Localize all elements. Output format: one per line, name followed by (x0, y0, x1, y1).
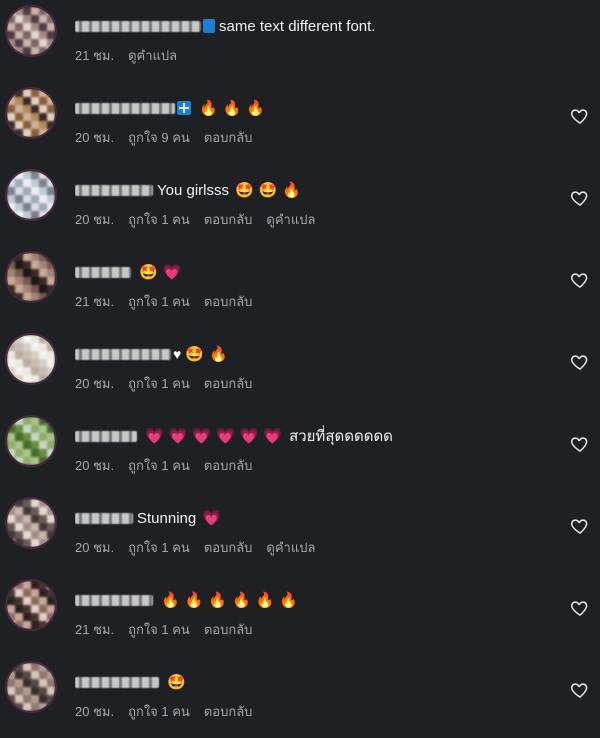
likes-count[interactable]: ถูกใจ 9 คน (128, 127, 190, 148)
heart-like-icon[interactable] (570, 270, 590, 290)
heart-like-icon[interactable] (570, 680, 590, 700)
reply-button[interactable]: ตอบกลับ (204, 701, 253, 722)
comment-item: 🔥🔥🔥🔥🔥🔥 21 ชม. ถูกใจ 1 คน ตอบกลับ (0, 574, 600, 656)
pink-heart-emoji-icon: 💗💗💗💗💗💗 (145, 427, 288, 445)
heart-like-icon[interactable] (570, 516, 590, 536)
avatar[interactable] (7, 581, 55, 629)
username-blurred[interactable] (75, 102, 175, 114)
see-translation-button[interactable]: ดูคำแปล (266, 537, 315, 558)
comment-body: 💗💗💗💗💗💗 สวยที่สุดดดดดด 20 ชม. ถูกใจ 1 คน … (75, 425, 540, 476)
fire-emoji-icon: 🔥🔥🔥 (199, 99, 271, 117)
comment-item: 🤩 20 ชม. ถูกใจ 1 คน ตอบกลับ (0, 656, 600, 738)
cross-badge-icon (177, 101, 191, 115)
comment-time: 20 ชม. (75, 212, 115, 227)
comment-body: ♥ 🤩🔥 20 ชม. ถูกใจ 1 คน ตอบกลับ (75, 343, 540, 394)
avatar[interactable] (7, 663, 55, 711)
comment-item: You girlsss 🤩🤩🔥 20 ชม. ถูกใจ 1 คน ตอบกลั… (0, 164, 600, 246)
star-struck-emoji-icon: 🤩💗 (139, 263, 187, 281)
comment-time: 21 ชม. (75, 48, 115, 63)
star-struck-emoji-icon: 🤩🤩🔥 (234, 181, 307, 199)
comment-time: 20 ชม. (75, 540, 115, 555)
comment-time: 20 ชม. (75, 376, 115, 391)
see-translation-button[interactable]: ดูคำแปล (266, 209, 315, 230)
avatar[interactable] (7, 417, 55, 465)
comment-item: 💗💗💗💗💗💗 สวยที่สุดดดดดด 20 ชม. ถูกใจ 1 คน … (0, 410, 600, 492)
star-struck-emoji-icon: 🤩🔥 (185, 345, 233, 363)
comment-text: You girlsss (157, 181, 229, 199)
heart-like-icon[interactable] (570, 434, 590, 454)
comment-body: 🔥🔥🔥 20 ชม. ถูกใจ 9 คน ตอบกลับ (75, 97, 540, 148)
comment-body: 🔥🔥🔥🔥🔥🔥 21 ชม. ถูกใจ 1 คน ตอบกลับ (75, 589, 540, 640)
likes-count[interactable]: ถูกใจ 1 คน (128, 455, 190, 476)
see-translation-button[interactable]: ดูคำแปล (128, 45, 177, 66)
likes-count[interactable]: ถูกใจ 1 คน (128, 537, 190, 558)
username-blurred[interactable] (75, 512, 133, 524)
reply-button[interactable]: ตอบกลับ (204, 455, 253, 476)
comment-text: Stunning (137, 509, 197, 527)
comment-body: 🤩 20 ชม. ถูกใจ 1 คน ตอบกลับ (75, 671, 540, 722)
comment-item: Stunning 💗 20 ชม. ถูกใจ 1 คน ตอบกลับ ดูค… (0, 492, 600, 574)
reply-button[interactable]: ตอบกลับ (204, 209, 253, 230)
heart-emoji-icon: 💗 (202, 509, 226, 527)
avatar[interactable] (7, 253, 55, 301)
username-blurred[interactable] (75, 266, 131, 278)
comment-time: 20 ชม. (75, 130, 115, 145)
comment-item: 🔥🔥🔥 20 ชม. ถูกใจ 9 คน ตอบกลับ (0, 82, 600, 164)
comment-body: Stunning 💗 20 ชม. ถูกใจ 1 คน ตอบกลับ ดูค… (75, 507, 540, 558)
heart-like-icon[interactable] (570, 598, 590, 618)
reply-button[interactable]: ตอบกลับ (204, 537, 253, 558)
comment-body: 🤩💗 21 ชม. ถูกใจ 1 คน ตอบกลับ (75, 261, 540, 312)
reply-button[interactable]: ตอบกลับ (204, 291, 253, 312)
username-blurred[interactable] (75, 594, 153, 606)
comment-text: สวยที่สุดดดดดด (289, 428, 393, 445)
likes-count[interactable]: ถูกใจ 1 คน (128, 291, 190, 312)
heart-like-icon[interactable] (570, 106, 590, 126)
white-heart-badge-icon: ♥ (173, 346, 182, 362)
avatar[interactable] (7, 335, 55, 383)
likes-count[interactable]: ถูกใจ 1 คน (128, 619, 190, 640)
comment-body: same text different font. 21 ชม. ดูคำแปล (75, 15, 540, 66)
reply-button[interactable]: ตอบกลับ (204, 619, 253, 640)
comment-text: same text different font. (219, 17, 376, 35)
username-blurred[interactable] (75, 184, 153, 196)
comment-item: same text different font. 21 ชม. ดูคำแปล (0, 0, 600, 82)
blue-square-badge-icon (203, 19, 215, 33)
heart-like-icon[interactable] (570, 188, 590, 208)
username-blurred[interactable] (75, 676, 159, 688)
avatar[interactable] (7, 7, 55, 55)
comment-item: 🤩💗 21 ชม. ถูกใจ 1 คน ตอบกลับ (0, 246, 600, 328)
likes-count[interactable]: ถูกใจ 1 คน (128, 209, 190, 230)
avatar[interactable] (7, 89, 55, 137)
comment-item: ♥ 🤩🔥 20 ชม. ถูกใจ 1 คน ตอบกลับ (0, 328, 600, 410)
likes-count[interactable]: ถูกใจ 1 คน (128, 373, 190, 394)
comment-list: same text different font. 21 ชม. ดูคำแปล… (0, 0, 600, 732)
star-struck-emoji-icon: 🤩 (167, 673, 191, 691)
username-blurred[interactable] (75, 20, 201, 32)
avatar[interactable] (7, 171, 55, 219)
likes-count[interactable]: ถูกใจ 1 คน (128, 701, 190, 722)
username-blurred[interactable] (75, 348, 171, 360)
comment-time: 20 ชม. (75, 458, 115, 473)
fire-emoji-icon: 🔥🔥🔥🔥🔥🔥 (161, 591, 304, 609)
comment-time: 21 ชม. (75, 294, 115, 309)
username-blurred[interactable] (75, 430, 137, 442)
comment-time: 20 ชม. (75, 704, 115, 719)
comment-body: You girlsss 🤩🤩🔥 20 ชม. ถูกใจ 1 คน ตอบกลั… (75, 179, 540, 230)
heart-like-icon[interactable] (570, 352, 590, 372)
reply-button[interactable]: ตอบกลับ (204, 127, 253, 148)
reply-button[interactable]: ตอบกลับ (204, 373, 253, 394)
comment-time: 21 ชม. (75, 622, 115, 637)
avatar[interactable] (7, 499, 55, 547)
